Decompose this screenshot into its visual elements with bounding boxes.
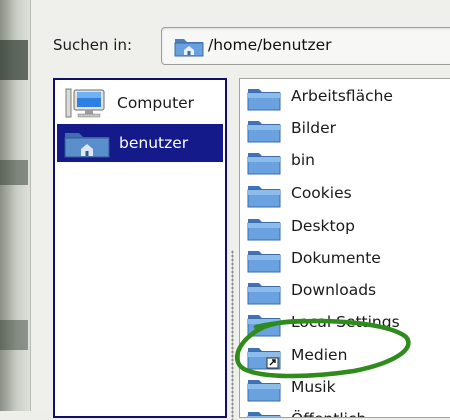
folder-icon (247, 377, 281, 407)
file-name: Local Settings (291, 313, 400, 331)
places-sidebar: Computer benutzer (53, 78, 227, 418)
background-window (0, 0, 30, 411)
file-list: Arbeitsfläche Bilder bin Cookies Desktop (239, 78, 450, 418)
panel-splitter-handle[interactable] (231, 250, 234, 420)
list-item[interactable]: Musik (245, 374, 450, 405)
list-item[interactable]: Arbeitsfläche (245, 83, 450, 114)
file-name: Desktop (291, 217, 355, 235)
file-name: Downloads (291, 281, 377, 299)
file-name: Bilder (291, 119, 336, 137)
folder-icon (247, 216, 281, 246)
folder-icon (247, 312, 281, 342)
file-name: bin (291, 151, 315, 169)
location-combobox[interactable]: /home/benutzer (161, 27, 450, 65)
list-item[interactable]: Desktop (245, 213, 450, 244)
folder-icon (247, 248, 281, 278)
background-artifact (0, 40, 28, 80)
home-folder-icon (174, 35, 204, 61)
list-item[interactable]: Downloads (245, 277, 450, 308)
location-path: /home/benutzer (208, 36, 332, 54)
folder-link-icon (247, 345, 281, 375)
place-item-label: Computer (117, 94, 195, 112)
list-item[interactable]: Dokumente (245, 245, 450, 276)
file-name: Arbeitsfläche (291, 87, 393, 105)
place-item-benutzer[interactable]: benutzer (57, 124, 223, 162)
list-item[interactable]: Medien (245, 342, 450, 373)
file-name: Cookies (291, 184, 352, 202)
place-item-label: benutzer (119, 134, 189, 152)
computer-icon (63, 88, 107, 124)
folder-icon (247, 280, 281, 310)
folder-icon (247, 183, 281, 213)
list-item[interactable]: Bilder (245, 115, 450, 146)
file-name: Medien (291, 346, 348, 364)
background-artifact (0, 320, 28, 350)
folder-icon (247, 409, 281, 417)
file-name: Öffentlich (291, 410, 366, 417)
list-item[interactable]: Cookies (245, 180, 450, 211)
list-item[interactable]: bin (245, 147, 450, 178)
folder-icon (247, 150, 281, 180)
folder-icon (247, 118, 281, 148)
file-name: Musik (291, 378, 336, 396)
background-artifact (0, 160, 28, 185)
folder-icon (247, 86, 281, 116)
file-dialog: Suchen in: /home/benutzer Computer benut… (30, 0, 450, 420)
search-in-label: Suchen in: (53, 36, 133, 54)
list-item[interactable]: Öffentlich (245, 406, 450, 417)
list-item[interactable]: Local Settings (245, 309, 450, 340)
file-name: Dokumente (291, 249, 381, 267)
home-folder-icon (63, 128, 111, 164)
place-item-computer[interactable]: Computer (57, 84, 223, 122)
